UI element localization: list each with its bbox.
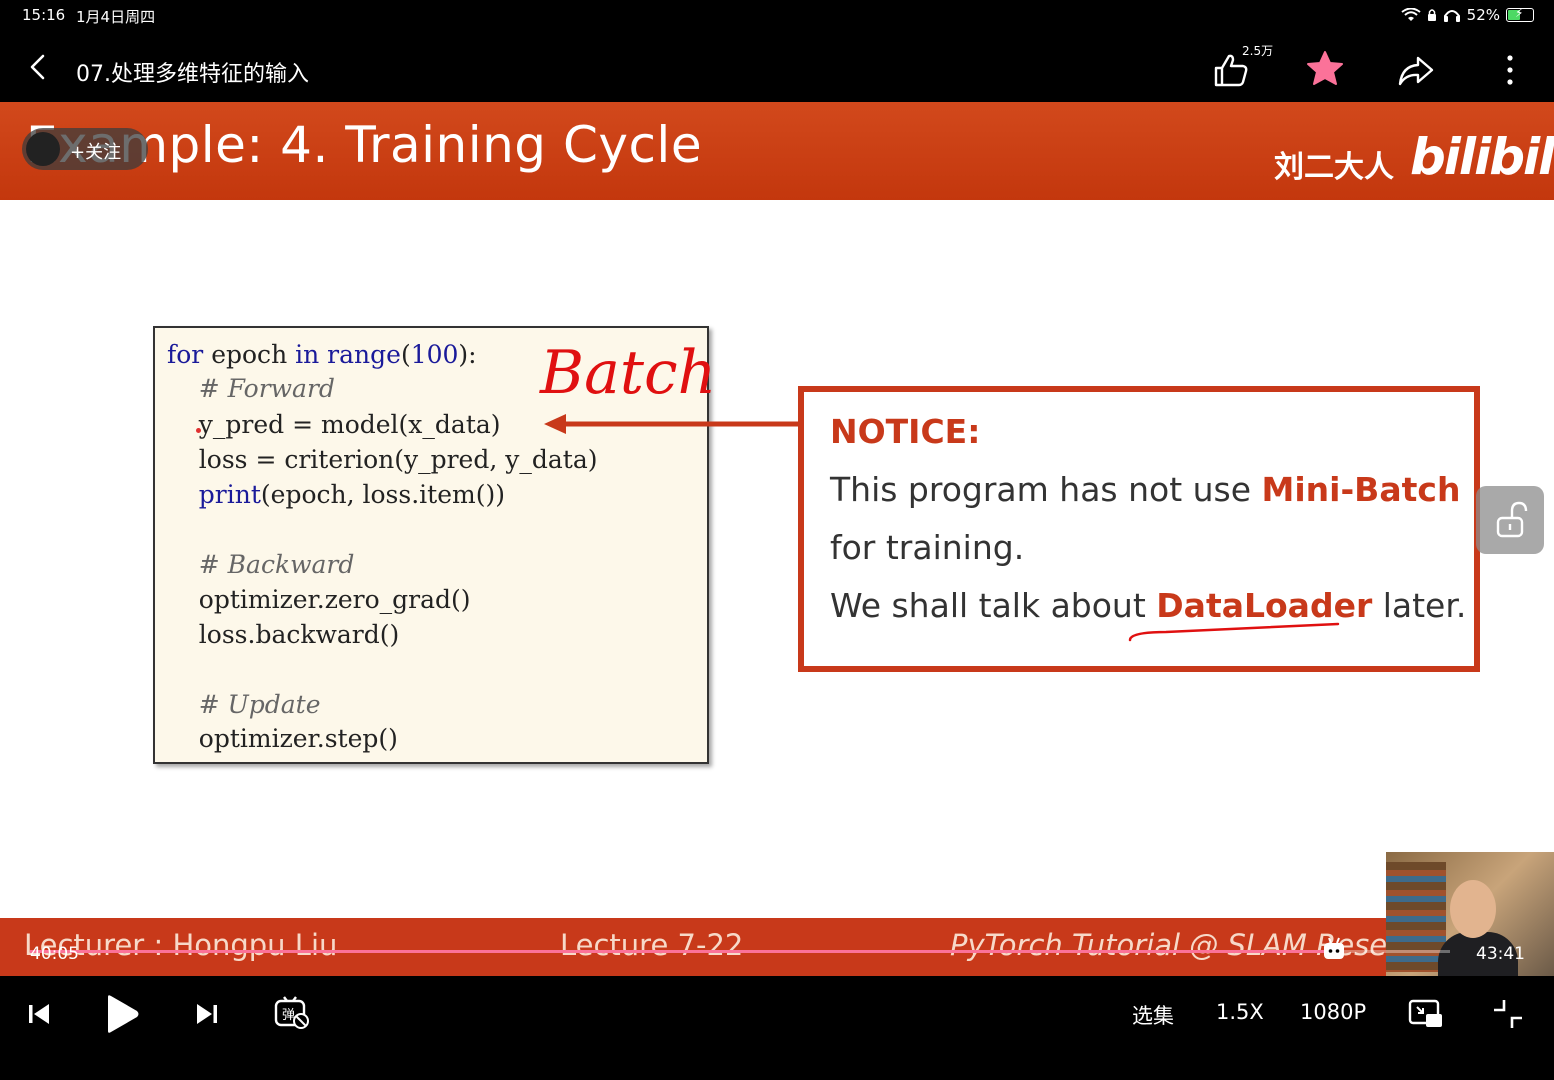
code-token: optimizer.step() xyxy=(167,724,398,753)
status-date: 1月4日周四 xyxy=(76,8,156,26)
code-line: optimizer.zero_grad() xyxy=(167,585,471,614)
share-icon[interactable] xyxy=(1396,54,1436,88)
code-line: y_pred = model(x_data) xyxy=(167,410,501,439)
code-line: # Update xyxy=(167,690,321,719)
more-options-icon[interactable] xyxy=(1498,52,1522,88)
wifi-icon xyxy=(1401,8,1421,21)
code-token: ( xyxy=(400,340,411,369)
progress-knob-icon[interactable] xyxy=(1322,937,1346,963)
screen-lock-button[interactable] xyxy=(1476,486,1544,554)
code-line: optimizer.step() xyxy=(167,724,398,753)
notice-line-1-text: This program has not use xyxy=(830,470,1262,509)
code-token: (epoch, loss.item()) xyxy=(260,480,505,509)
follow-label: +关注 xyxy=(70,142,122,163)
footer-lecture-number: Lecture 7-22 xyxy=(560,928,744,962)
code-token: print xyxy=(198,480,261,509)
lecturer-webcam xyxy=(1386,852,1554,976)
code-token: epoch xyxy=(203,340,296,369)
notice-line-2: for training. xyxy=(830,528,1025,567)
status-time: 15:16 xyxy=(22,6,66,24)
bilibili-logo: bilibili xyxy=(1410,128,1554,186)
player-top-bar: 07.处理多维特征的输入 2.5万 xyxy=(0,32,1554,102)
slide-header: Example: 4. Training Cycle +关注 刘二大人 bili… xyxy=(0,102,1554,200)
code-token: # Forward xyxy=(167,374,335,403)
total-time: 43:41 xyxy=(1476,944,1525,964)
handwritten-underline xyxy=(1128,622,1340,642)
progress-fill xyxy=(30,950,1334,953)
battery-percent: 52% xyxy=(1466,6,1500,24)
notice-heading: NOTICE: xyxy=(830,412,981,451)
next-icon[interactable] xyxy=(194,1000,220,1028)
code-line: # Backward xyxy=(167,550,355,579)
video-frame[interactable]: Example: 4. Training Cycle +关注 刘二大人 bili… xyxy=(0,102,1554,976)
playback-speed-button[interactable]: 1.5X xyxy=(1216,1000,1264,1024)
annotation-dot xyxy=(196,428,201,433)
code-token: loss.backward() xyxy=(167,620,400,649)
notice-line-3-text: We shall talk about xyxy=(830,586,1157,625)
current-time: 40:05 xyxy=(30,944,79,964)
lock-rotation-icon xyxy=(1427,9,1436,21)
play-icon[interactable] xyxy=(104,994,140,1034)
code-token: loss = criterion(y_pred, y_data) xyxy=(167,445,598,474)
code-token: y_pred = model(x_data) xyxy=(167,410,501,439)
code-line: loss = criterion(y_pred, y_data) xyxy=(167,445,598,474)
notice-arrow xyxy=(544,414,802,434)
quality-button[interactable]: 1080P xyxy=(1300,1000,1366,1024)
exit-fullscreen-icon[interactable] xyxy=(1492,998,1524,1030)
like-count: 2.5万 xyxy=(1242,44,1274,58)
uploader-watermark: 刘二大人 xyxy=(1274,150,1394,185)
code-token: # Backward xyxy=(167,550,355,579)
unlock-icon xyxy=(1496,501,1528,538)
previous-icon[interactable] xyxy=(26,1000,52,1028)
code-token: optimizer.zero_grad() xyxy=(167,585,471,614)
code-token: ): xyxy=(458,340,477,369)
code-token: 100 xyxy=(410,340,459,369)
picture-in-picture-icon[interactable] xyxy=(1408,998,1444,1030)
notice-line-1: This program has not use Mini-Batch xyxy=(830,470,1460,509)
status-icons: 52% ⚡ xyxy=(1401,6,1534,24)
episodes-button[interactable]: 选集 xyxy=(1132,1000,1174,1030)
player-controls: 弹 选集 1.5X 1080P xyxy=(0,976,1554,1080)
video-title: 07.处理多维特征的输入 xyxy=(76,62,309,87)
code-line: # Forward xyxy=(167,374,335,403)
code-line: for epoch in range(100): xyxy=(167,340,477,369)
uploader-avatar xyxy=(26,132,60,166)
progress-bar[interactable] xyxy=(30,937,1450,959)
code-token: for xyxy=(167,340,204,369)
battery-icon: ⚡ xyxy=(1506,6,1534,22)
headphones-icon xyxy=(1443,10,1460,22)
code-token: range xyxy=(319,340,401,369)
favorite-star-icon[interactable] xyxy=(1306,50,1344,88)
handwritten-batch-note: Batch xyxy=(540,338,717,408)
notice-mini-batch: Mini-Batch xyxy=(1261,470,1461,509)
back-icon[interactable] xyxy=(24,52,54,82)
code-token: # Update xyxy=(167,690,321,719)
code-line: print(epoch, loss.item()) xyxy=(167,480,505,509)
danmaku-toggle-icon[interactable]: 弹 xyxy=(274,996,310,1030)
follow-button[interactable]: +关注 xyxy=(22,128,148,170)
notice-line-3-end: later. xyxy=(1372,586,1467,625)
code-token: in xyxy=(295,340,320,369)
status-bar: 15:16 1月4日周四 52% ⚡ xyxy=(0,0,1554,32)
code-line: loss.backward() xyxy=(167,620,399,649)
